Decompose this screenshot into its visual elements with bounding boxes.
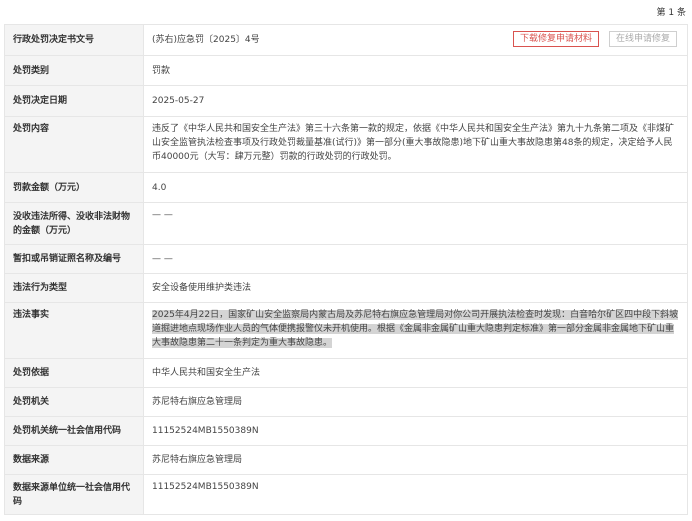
doc-no-label: 行政处罚决定书文号 (4, 24, 144, 56)
authority-code-label: 处罚机关统一社会信用代码 (4, 416, 144, 446)
doc-no-value: (苏右)应急罚〔2025〕4号 (152, 35, 260, 45)
source-code-label: 数据来源单位统一社会信用代码 (4, 474, 144, 515)
behavior-value: 安全设备使用维护类违法 (143, 273, 688, 303)
source-label: 数据来源 (4, 445, 144, 475)
row-source: 数据来源 苏尼特右旗应急管理局 (4, 445, 688, 475)
amount-value: 4.0 (143, 172, 688, 203)
row-facts: 违法事实 2025年4月22日，国家矿山安全监察局内蒙古局及苏尼特右旗应急管理局… (4, 302, 688, 359)
facts-cell: 2025年4月22日，国家矿山安全监察局内蒙古局及苏尼特右旗应急管理局对你公司开… (143, 302, 688, 359)
row-doc-no: 行政处罚决定书文号 (苏右)应急罚〔2025〕4号 下载修复申请材料 在线申请修… (4, 24, 688, 56)
row-basis: 处罚依据 中华人民共和国安全生产法 (4, 358, 688, 388)
page-count: 第 1 条 (656, 8, 686, 18)
type-label: 处罚类别 (4, 55, 144, 86)
online-repair-apply-button[interactable]: 在线申请修复 (608, 31, 677, 47)
authority-label: 处罚机关 (4, 387, 144, 417)
row-license: 暂扣或吊销证照名称及编号 — — (4, 244, 688, 274)
date-label: 处罚决定日期 (4, 85, 144, 117)
authority-value: 苏尼特右旗应急管理局 (143, 387, 688, 417)
source-code-value: 11152524MB1550389N (143, 474, 688, 515)
row-source-code: 数据来源单位统一社会信用代码 11152524MB1550389N (4, 474, 688, 515)
amount-label: 罚款金额（万元） (4, 172, 144, 203)
authority-code-value: 11152524MB1550389N (143, 416, 688, 446)
license-value: — — (143, 244, 688, 274)
row-amount: 罚款金额（万元） 4.0 (4, 172, 688, 203)
row-type: 处罚类别 罚款 (4, 55, 688, 86)
row-behavior: 违法行为类型 安全设备使用维护类违法 (4, 273, 688, 303)
source-value: 苏尼特右旗应急管理局 (143, 445, 688, 475)
row-authority: 处罚机关 苏尼特右旗应急管理局 (4, 387, 688, 417)
action-buttons: 下载修复申请材料 在线申请修复 (512, 31, 677, 47)
date-value: 2025-05-27 (143, 85, 688, 117)
row-content: 处罚内容 违反了《中华人民共和国安全生产法》第三十六条第一款的规定，依据《中华人… (4, 116, 688, 173)
penalty-detail-table: 行政处罚决定书文号 (苏右)应急罚〔2025〕4号 下载修复申请材料 在线申请修… (4, 24, 688, 515)
row-authority-code: 处罚机关统一社会信用代码 11152524MB1550389N (4, 416, 688, 446)
basis-label: 处罚依据 (4, 358, 144, 388)
license-label: 暂扣或吊销证照名称及编号 (4, 244, 144, 274)
behavior-label: 违法行为类型 (4, 273, 144, 303)
content-value: 违反了《中华人民共和国安全生产法》第三十六条第一款的规定，依据《中华人民共和国安… (143, 116, 688, 173)
type-value: 罚款 (143, 55, 688, 86)
doc-no-cell: (苏右)应急罚〔2025〕4号 下载修复申请材料 在线申请修复 (143, 24, 688, 56)
row-confiscate: 没收违法所得、没收非法财物的金额（万元） — — (4, 202, 688, 245)
confiscate-label: 没收违法所得、没收非法财物的金额（万元） (4, 202, 144, 245)
row-date: 处罚决定日期 2025-05-27 (4, 85, 688, 117)
download-repair-materials-button[interactable]: 下载修复申请材料 (512, 31, 599, 47)
facts-value: 2025年4月22日，国家矿山安全监察局内蒙古局及苏尼特右旗应急管理局对你公司开… (152, 310, 679, 348)
facts-label: 违法事实 (4, 302, 144, 359)
content-label: 处罚内容 (4, 116, 144, 173)
confiscate-value: — — (143, 202, 688, 245)
basis-value: 中华人民共和国安全生产法 (143, 358, 688, 388)
